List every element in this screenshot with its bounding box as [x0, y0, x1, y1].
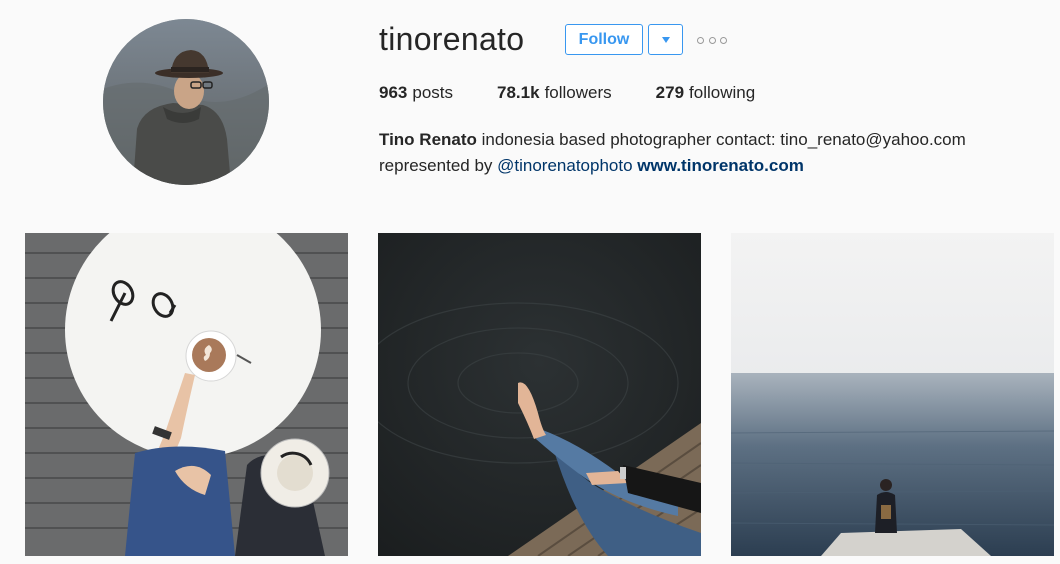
followers-stat[interactable]: 78.1k followers — [497, 82, 612, 104]
following-label: following — [689, 83, 756, 102]
post-thumbnail[interactable] — [731, 233, 1054, 556]
followers-label: followers — [544, 83, 612, 102]
legs-over-water-photo — [378, 233, 701, 556]
avatar[interactable] — [103, 19, 269, 185]
following-count: 279 — [655, 83, 685, 102]
suggestions-dropdown-button[interactable] — [648, 24, 683, 55]
website-link[interactable]: www.tinorenato.com — [637, 156, 804, 175]
profile-page: tinorenato Follow 963 posts 78.1k follow… — [0, 0, 1060, 564]
post-thumbnail[interactable] — [378, 233, 701, 556]
profile-stats: 963 posts 78.1k followers 279 following — [379, 82, 799, 104]
more-options-icon — [708, 36, 716, 44]
more-options-icon — [720, 36, 727, 44]
username: tinorenato — [379, 21, 525, 57]
following-stat[interactable]: 279 following — [656, 82, 756, 104]
posts-count: 963 — [379, 83, 408, 102]
bio-line-1: Tino Renato indonesia based photographer… — [379, 127, 1039, 153]
misty-sea-photo — [731, 233, 1054, 556]
more-options-icon — [697, 36, 704, 44]
mention-link[interactable]: @tinorenatophoto — [497, 156, 632, 175]
chevron-down-icon — [661, 36, 670, 43]
posts-stat: 963 posts — [379, 82, 453, 104]
avatar-image — [103, 19, 269, 185]
bio-text-prefix: represented by — [379, 156, 498, 175]
coffee-table-photo — [25, 233, 348, 556]
bio-text: indonesia based photographer contact: ti… — [476, 130, 966, 149]
follow-button[interactable]: Follow — [565, 24, 643, 55]
profile-bio: Tino Renato indonesia based photographer… — [379, 127, 1039, 179]
bio-line-2: represented by @tinorenatophoto www.tino… — [379, 153, 1039, 179]
post-thumbnail[interactable] — [25, 233, 348, 556]
full-name: Tino Renato — [379, 130, 477, 149]
more-options-button[interactable] — [697, 34, 727, 46]
followers-count: 78.1k — [497, 83, 540, 102]
posts-label: posts — [412, 83, 454, 102]
